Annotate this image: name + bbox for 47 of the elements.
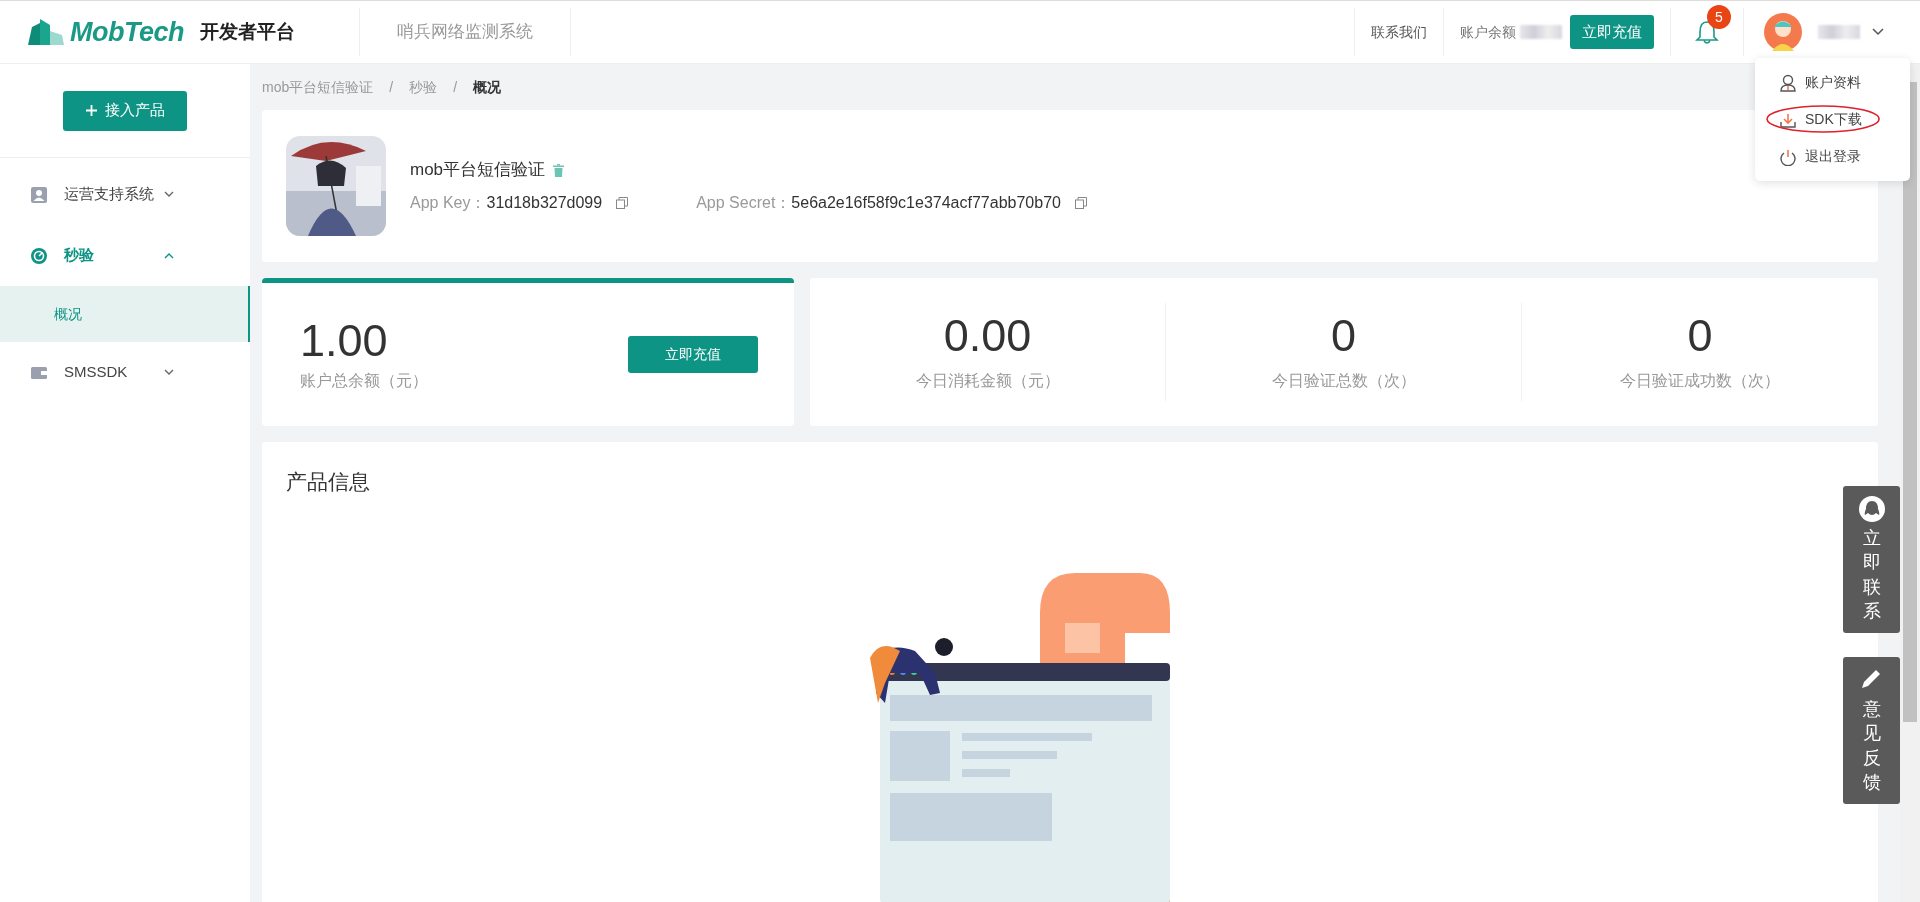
breadcrumb-item: 概况 [473,77,501,97]
chevron-down-icon[interactable] [1872,28,1884,36]
avatar-icon[interactable] [1764,13,1802,51]
app-key: 31d18b327d099 [486,190,603,215]
stat-label: 今日验证成功数（次） [1619,370,1781,391]
logo-icon [26,17,66,47]
plus-icon [85,105,97,116]
add-product-button[interactable]: 接入产品 [63,90,187,131]
sidebar-item[interactable]: 秒验 [64,244,164,267]
gauge-icon [30,246,48,265]
breadcrumb-separator: / [453,77,457,97]
stat-label: 今日消耗金额（元） [914,370,1061,391]
copy-icon[interactable] [1074,196,1087,209]
stat-value: 0.00 [942,311,1033,361]
app-secret: 5e6a2e16f58f9c1e374acf77abb70b70 [791,192,1061,213]
notification-count: 5 [1707,5,1731,29]
app-name: mob平台短信验证 [410,159,546,182]
sidebar-item[interactable]: 运营支持系统 [64,183,164,206]
contact-button[interactable]: 立即联系 [1843,486,1900,634]
recharge-button[interactable]: 立即充值 [1570,14,1654,50]
redacted-balance [1520,25,1562,39]
balance-value: 1.00 [300,315,389,366]
logout-icon [1779,147,1797,166]
balance-label: 账户总余额（元） [300,371,428,392]
breadcrumb-separator: / [389,77,394,97]
app-secret-label: App Secret： [696,192,792,213]
section-title: 产品信息 [286,469,371,495]
menu-item[interactable]: 退出登录 [1805,146,1861,167]
sidebar-item[interactable]: SMSSDK [64,361,164,384]
contact-link[interactable]: 联系我们 [1355,21,1443,43]
menu-item[interactable]: 账户资料 [1805,72,1861,93]
stat-label: 今日验证总数（次） [1270,370,1417,391]
trash-icon[interactable] [553,163,565,177]
copy-icon[interactable] [616,196,629,209]
user-icon [30,185,48,204]
recharge-button[interactable]: 立即充值 [628,336,758,373]
scrollbar[interactable] [1900,64,1920,902]
stat-value: 0 [1686,311,1714,361]
balance-label: 账户余额 [1459,22,1516,42]
redacted-username [1818,25,1860,39]
stat-value: 0 [1330,311,1357,361]
profile-icon [1779,73,1797,92]
penguin-icon [1858,496,1885,522]
feedback-button[interactable]: 意见反馈 [1843,657,1900,805]
logo-text: MobTech [70,15,184,49]
platform-title: 开发者平台 [200,19,295,44]
app-key-label: App Key： [410,192,487,213]
